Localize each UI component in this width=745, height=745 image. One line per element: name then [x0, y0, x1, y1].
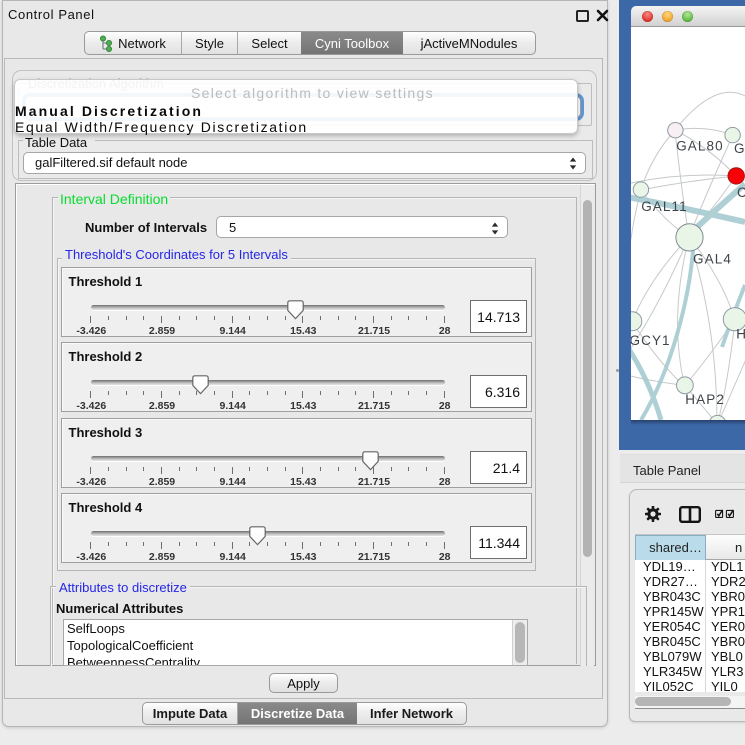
svg-text:HAP2: HAP2	[685, 392, 725, 407]
svg-text:G: G	[734, 141, 745, 156]
svg-text:GAL80: GAL80	[676, 138, 724, 153]
svg-text:GCY1: GCY1	[631, 333, 671, 348]
svg-text:GAL4: GAL4	[693, 251, 732, 266]
svg-text:H: H	[736, 327, 745, 342]
svg-text:GAL11: GAL11	[641, 199, 688, 214]
svg-text:C: C	[737, 185, 745, 200]
